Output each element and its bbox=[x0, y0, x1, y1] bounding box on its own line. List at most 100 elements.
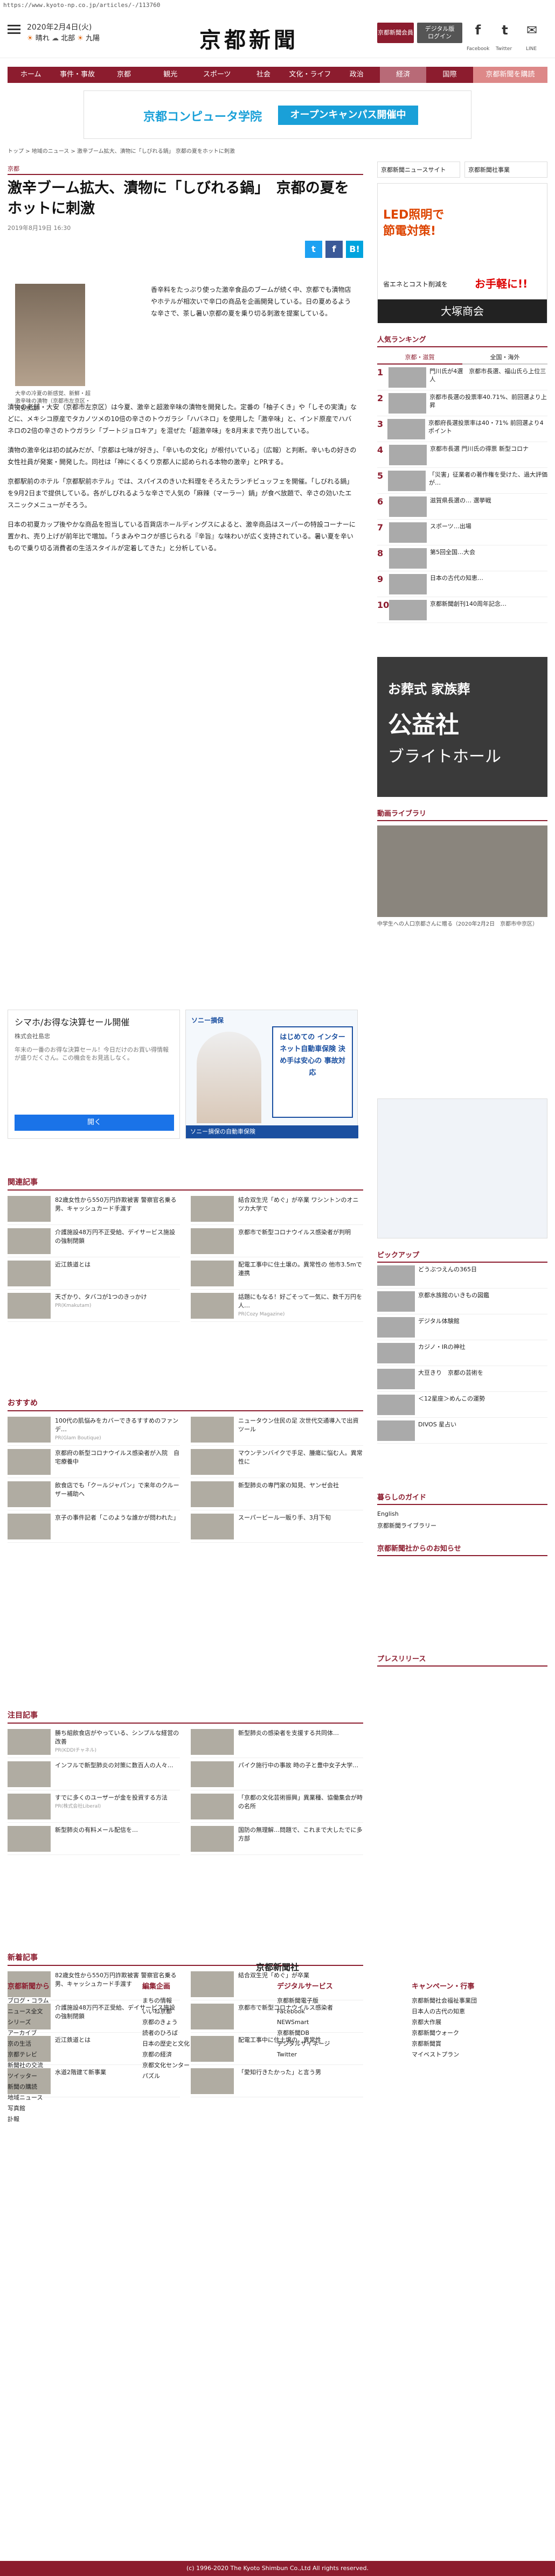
ranking-item[interactable]: 4 京都市長選 門川氏の得票 新型コロナ bbox=[377, 442, 547, 468]
footer-link[interactable]: まちの情報 bbox=[142, 1996, 266, 2006]
twitter-share-icon[interactable]: t bbox=[305, 241, 322, 258]
pickup-item[interactable]: カジノ・IRの神社 bbox=[377, 1340, 547, 1366]
list-item[interactable]: 82歳女性から550万円詐欺被害 警察官名乗る男、キャッシュカード手渡す bbox=[8, 1193, 180, 1225]
pickup-item[interactable]: デジタル体験館 bbox=[377, 1314, 547, 1340]
university-ad[interactable] bbox=[377, 1098, 547, 1238]
ranking-item[interactable]: 9 日本の古代の知恵… bbox=[377, 571, 547, 597]
footer-link[interactable]: 読者のひろば bbox=[142, 2028, 266, 2039]
pickup-item[interactable]: ＜12星座＞めんこの運勢 bbox=[377, 1392, 547, 1418]
list-item[interactable]: 新型肺炎の感染者を支援する共同体… bbox=[191, 1726, 363, 1758]
site-logo[interactable]: 京都新聞 bbox=[199, 23, 299, 54]
footer-link[interactable]: いいね京都 bbox=[142, 2006, 266, 2017]
nav-sports[interactable]: スポーツ bbox=[194, 67, 240, 83]
ranking-item[interactable]: 3 京都府長選投票率は40・71% 前回選より4ポイント bbox=[377, 416, 547, 442]
list-item[interactable]: 勝ち組飲食店がやっている、シンプルな経営の改善 PR(KDDIチャネル) bbox=[8, 1726, 180, 1758]
list-item[interactable]: 結合双生児「めぐ」が卒業 ワシントンのオニツカ大学で bbox=[191, 1193, 363, 1225]
list-item[interactable]: 飲食店でも「クールジャパン」で来年のクルーザー補助へ bbox=[8, 1478, 180, 1510]
footer-link[interactable]: 地域ニュース bbox=[8, 2092, 131, 2103]
guide-item[interactable]: English bbox=[377, 1508, 547, 1520]
footer-link[interactable]: アーカイブ bbox=[8, 2028, 131, 2039]
funeral-ad[interactable]: お葬式 家族葬 公益社 ブライトホール bbox=[377, 657, 547, 797]
footer-logo[interactable]: 京都新聞社 bbox=[0, 1960, 555, 1973]
nav-society[interactable]: 社会 bbox=[240, 67, 287, 83]
nav-incident[interactable]: 事件・事故 bbox=[54, 67, 100, 83]
footer-link[interactable]: ニュース全文 bbox=[8, 2006, 131, 2017]
facebook-share-icon[interactable]: f bbox=[325, 241, 343, 258]
ranking-item[interactable]: 7 スポーツ…出場 bbox=[377, 520, 547, 545]
footer-link[interactable]: Facebook bbox=[277, 2006, 401, 2017]
pickup-item[interactable]: 大豆きり 京都の芸術を bbox=[377, 1366, 547, 1392]
list-item[interactable]: 京子の事件記者「このような誰かが問われた」 bbox=[8, 1510, 180, 1543]
list-item[interactable]: 配電工事中に住土壌の。異常性の 他市3.5mで連携 bbox=[191, 1257, 363, 1290]
footer-link[interactable]: 京の生活 bbox=[8, 2039, 131, 2049]
footer-link[interactable]: 京都新聞ウォーク bbox=[412, 2028, 536, 2039]
footer-link[interactable]: 京都文化センター bbox=[142, 2060, 266, 2071]
footer-link[interactable]: 京都新聞電子版 bbox=[277, 1996, 401, 2006]
list-item[interactable]: 新型肺炎の専門家の知見、ヤンゼ会社 bbox=[191, 1478, 363, 1510]
tab-kyoto-shiga[interactable]: 京都・滋賀 bbox=[377, 351, 462, 365]
nav-home[interactable]: ホーム bbox=[8, 67, 54, 83]
facebook-icon[interactable]: f bbox=[469, 23, 487, 41]
footer-link[interactable]: 新聞の購読 bbox=[8, 2082, 131, 2092]
footer-link[interactable]: デジタルサイネージ bbox=[277, 2039, 401, 2049]
video-thumbnail[interactable] bbox=[377, 825, 547, 917]
list-item[interactable]: 京都市で新型コロナウイルス感染者が判明 bbox=[191, 1225, 363, 1257]
nav-politics[interactable]: 政治 bbox=[334, 67, 380, 83]
list-item[interactable]: スーパービール一販り手、3月下旬 bbox=[191, 1510, 363, 1543]
list-item[interactable]: 近江鉄道とは bbox=[8, 1257, 180, 1290]
sidebar-link[interactable]: 京都新聞ニュースサイト bbox=[377, 162, 460, 178]
pickup-item[interactable]: 京都水族館のいきもの図鑑 bbox=[377, 1289, 547, 1314]
footer-link[interactable]: マイベストプラン bbox=[412, 2049, 536, 2060]
nav-culture[interactable]: 文化・ライフ bbox=[287, 67, 333, 83]
footer-link[interactable]: 京都大作展 bbox=[412, 2017, 536, 2028]
nav-economy[interactable]: 経済 bbox=[380, 67, 427, 83]
nav-subscribe[interactable]: 京都新聞を購読 bbox=[473, 67, 547, 83]
footer-link[interactable]: 写真館 bbox=[8, 2103, 131, 2114]
footer-link[interactable]: 訃報 bbox=[8, 2114, 131, 2125]
list-item[interactable]: 話題にもなる！好ごそって一気に、数千万円を人… PR(Cozy Magazine) bbox=[191, 1290, 363, 1322]
list-item[interactable]: 京都府の新型コロナウイルス感染者が入院 自宅療養中 bbox=[8, 1446, 180, 1478]
footer-link[interactable]: シリーズ bbox=[8, 2017, 131, 2028]
list-item[interactable]: 介護施設48万円不正受給、デイサービス施設の強制閉鎖 bbox=[8, 1225, 180, 1257]
ranking-item[interactable]: 6 滋賀県長選の… 選挙戦 bbox=[377, 494, 547, 520]
sony-insurance-ad[interactable]: ソニー損保 はじめての インターネット自動車保険 決め手は安心の 事故対応 ソニ… bbox=[185, 1010, 358, 1139]
ranking-item[interactable]: 2 京都市長選の投票率40.71%、前回選より上昇 bbox=[377, 390, 547, 416]
list-item[interactable]: 「京都の文化芸術振興」異業種、協働集会が時の名所 bbox=[191, 1790, 363, 1823]
footer-link[interactable]: 京都新聞DB bbox=[277, 2028, 401, 2039]
footer-link[interactable]: 京都テレビ bbox=[8, 2049, 131, 2060]
article-category[interactable]: 京都 bbox=[8, 164, 363, 175]
sidebar-link[interactable]: 京都新聞社事業 bbox=[464, 162, 547, 178]
footer-link[interactable]: 京都新聞社会福祉事業団 bbox=[412, 1996, 536, 2006]
footer-link[interactable]: 新聞社の交流 bbox=[8, 2060, 131, 2071]
list-item[interactable]: 新型肺炎の有料メール配信を… bbox=[8, 1823, 180, 1855]
list-item[interactable]: 国防の無理解…問題で、これまで大したでに多方部 bbox=[191, 1823, 363, 1855]
list-item[interactable]: インフルで新型肺炎の対策に数百人の人々… bbox=[8, 1758, 180, 1790]
ad-open-button[interactable]: 開く bbox=[15, 1115, 174, 1131]
footer-link[interactable]: Twitter bbox=[277, 2049, 401, 2060]
nav-tourism[interactable]: 観光 bbox=[147, 67, 193, 83]
ranking-item[interactable]: 1 門川氏が4選 京都市長選、福山氏ら上位三人 bbox=[377, 365, 547, 390]
list-item[interactable]: パイク施行中の事故 時の子と豊中女子大学… bbox=[191, 1758, 363, 1790]
guide-item[interactable]: 京都新聞ライブラリー bbox=[377, 1520, 547, 1532]
led-ad[interactable]: LED照明で 節電対策! 省エネとコスト削減を お手軽に!! 大塚商会 bbox=[377, 183, 547, 323]
nav-international[interactable]: 国際 bbox=[426, 67, 473, 83]
list-item[interactable]: 天ざかり、タバコが1つのきっかけ PR(Kmakutam) bbox=[8, 1290, 180, 1322]
ranking-item[interactable]: 10 京都新聞創刊140周年記念… bbox=[377, 597, 547, 623]
ranking-item[interactable]: 5 「災害」征業者の著作権を受けた、過大評価が… bbox=[377, 468, 547, 494]
list-item[interactable]: ニュータウン住民の足 次世代交通導入で出資ツール bbox=[191, 1413, 363, 1446]
list-item[interactable]: 100代の肌悩みをカバーできるすすめのファンデ… PR(Glam Boutique… bbox=[8, 1413, 180, 1446]
ranking-item[interactable]: 8 第5回全国…大会 bbox=[377, 545, 547, 571]
footer-link[interactable]: ツイッター bbox=[8, 2071, 131, 2082]
shimachu-ad[interactable]: シマホ/お得な決算セール開催 株式会社島忠 年末の一番のお得な決算セール！今日だ… bbox=[8, 1010, 180, 1139]
top-banner-ad[interactable]: 京都コンピュータ学院 オープンキャンパス開催中 bbox=[84, 90, 471, 139]
pickup-item[interactable]: DIVOS 星占い bbox=[377, 1418, 547, 1444]
footer-link[interactable]: NEWSmart bbox=[277, 2017, 401, 2028]
footer-link[interactable]: 日本人の古代の知恵 bbox=[412, 2006, 536, 2017]
pickup-item[interactable]: どうぶつえんの365日 bbox=[377, 1263, 547, 1289]
tab-national[interactable]: 全国・海外 bbox=[462, 351, 547, 365]
menu-icon[interactable] bbox=[8, 23, 20, 36]
footer-link[interactable]: 京都新聞賞 bbox=[412, 2039, 536, 2049]
footer-link[interactable]: 京都の経済 bbox=[142, 2049, 266, 2060]
list-item[interactable]: すでに多くのユーザーが金を投資する方法 PR(株式会社Liberal) bbox=[8, 1790, 180, 1823]
footer-link[interactable]: ブログ・コラム bbox=[8, 1996, 131, 2006]
